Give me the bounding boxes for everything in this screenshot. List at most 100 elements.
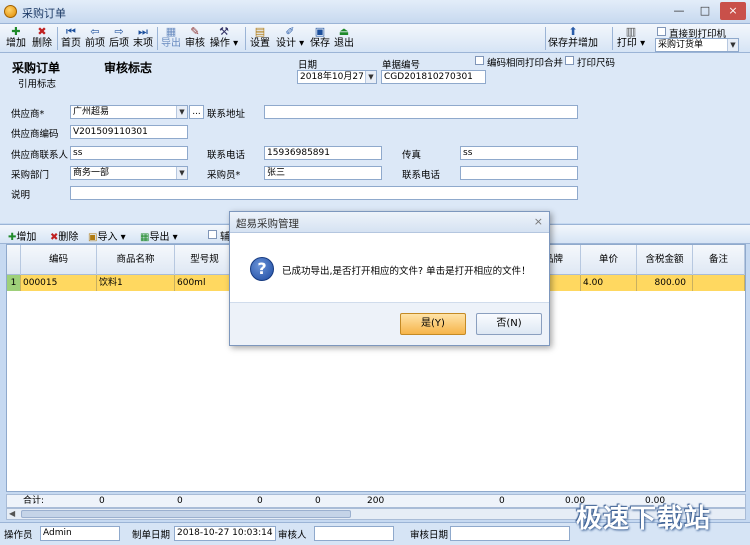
- page-title: 采购订单: [12, 61, 61, 75]
- supplier-code-field[interactable]: V201509110301: [70, 125, 188, 139]
- ref-flag: 引用标志: [18, 79, 57, 90]
- grid-add-button[interactable]: ✚增加: [8, 228, 36, 243]
- save-and-add-button[interactable]: ⬆ 保存并增加: [548, 25, 598, 52]
- cell-note[interactable]: [693, 275, 745, 291]
- window-title: 采购订单: [22, 7, 66, 20]
- date-field[interactable]: 2018年10月27日 ▼: [297, 70, 377, 84]
- total-5: 200: [367, 496, 385, 506]
- make-date-field: 2018-10-27 10:03:14 ji: [174, 526, 276, 541]
- cell-name[interactable]: 饮料1: [97, 275, 175, 291]
- add-icon: ✚: [11, 25, 21, 38]
- total-2: 0: [177, 496, 183, 506]
- cell-model[interactable]: 600ml: [175, 275, 235, 291]
- audit-flag: 审核标志: [104, 61, 153, 75]
- cell-code[interactable]: 000015: [21, 275, 97, 291]
- dialog-title: 超易采购管理: [236, 218, 299, 230]
- phone-label: 联系电话: [207, 150, 246, 161]
- col-code[interactable]: 编码: [21, 245, 97, 275]
- col-name[interactable]: 商品名称: [97, 245, 175, 275]
- chevron-down-icon: ▼: [365, 71, 376, 83]
- dialog-title-bar: 超易采购管理 ×: [230, 212, 549, 233]
- export-confirm-dialog: 超易采购管理 × ? 已成功导出,是否打开相应的文件? 单击是打开相应的文件！ …: [229, 211, 550, 346]
- app-icon: [4, 5, 17, 18]
- row-index: 1: [7, 275, 21, 291]
- supplier-label: 供应商*: [11, 109, 45, 120]
- export-icon: ▦: [165, 25, 177, 38]
- settings-icon: ▤: [254, 25, 266, 38]
- chevron-down-icon: ▼: [176, 106, 187, 118]
- cell-price[interactable]: 4.00: [581, 275, 637, 291]
- grid-export-button[interactable]: ▦导出 ▾: [140, 228, 178, 243]
- direct-print-checkbox[interactable]: [657, 27, 666, 36]
- note-field[interactable]: [70, 186, 578, 200]
- print-size-label: 打印尺码: [577, 58, 616, 69]
- close-button[interactable]: ×: [720, 2, 746, 20]
- contact-field[interactable]: ss: [70, 146, 188, 160]
- col-note[interactable]: 备注: [693, 245, 745, 275]
- scroll-thumb[interactable]: [21, 510, 351, 518]
- question-icon: ?: [250, 257, 274, 281]
- phone-field[interactable]: 15936985891: [264, 146, 382, 160]
- dialog-footer: 是(Y) 否(N): [230, 302, 549, 345]
- scroll-left-icon[interactable]: ◀: [9, 509, 15, 518]
- order-no-label: 单据编号: [382, 60, 421, 71]
- save-button[interactable]: ▣ 保存: [308, 25, 332, 52]
- contact-label: 供应商联系人: [11, 150, 69, 161]
- exit-button[interactable]: ⏏ 退出: [332, 25, 356, 52]
- date-label: 日期: [298, 60, 318, 71]
- print-button[interactable]: ▥ 打印 ▾: [615, 25, 647, 52]
- supplier-code-label: 供应商编码: [11, 129, 59, 140]
- add-button[interactable]: ✚ 增加: [4, 25, 28, 52]
- design-icon: ✐: [285, 25, 295, 38]
- supplier-lookup-button[interactable]: ...: [189, 105, 204, 119]
- merge-print-checkbox[interactable]: [475, 56, 484, 65]
- save-icon: ▣: [314, 25, 326, 38]
- col-model[interactable]: 型号规: [175, 245, 235, 275]
- order-no-field[interactable]: CGD201810270301: [381, 70, 486, 84]
- audit-date-field: [450, 526, 570, 541]
- col-price[interactable]: 单价: [581, 245, 637, 275]
- totals-label: 合计:: [23, 496, 45, 506]
- maximize-button[interactable]: □: [692, 2, 718, 20]
- dialog-close-icon[interactable]: ×: [534, 215, 543, 228]
- no-button[interactable]: 否(N): [476, 313, 542, 335]
- first-page-button[interactable]: ⏮ 首页: [59, 25, 83, 52]
- exit-icon: ⏏: [338, 25, 350, 38]
- print-template-select[interactable]: 采购订货单 ▼: [655, 38, 739, 52]
- audit-icon: ✎: [190, 25, 200, 38]
- address-field[interactable]: [264, 105, 578, 119]
- design-button[interactable]: ✐ 设计 ▾: [276, 25, 304, 52]
- next-icon: ⇨: [114, 25, 124, 38]
- minimize-button[interactable]: —: [666, 2, 692, 20]
- cell-amount[interactable]: 800.00: [637, 275, 693, 291]
- buyer-label: 采购员*: [207, 170, 241, 181]
- yes-button[interactable]: 是(Y): [400, 313, 466, 335]
- prev-button[interactable]: ⇦ 前项: [83, 25, 107, 52]
- print-size-checkbox[interactable]: [565, 56, 574, 65]
- total-6: 0: [499, 496, 505, 506]
- phone2-field[interactable]: [460, 166, 578, 180]
- last-page-icon: ⏭: [138, 25, 148, 38]
- audit-button[interactable]: ✎ 审核: [183, 25, 207, 52]
- operate-icon: ⚒: [219, 25, 229, 38]
- delete-button[interactable]: ✖ 删除: [30, 25, 54, 52]
- next-button[interactable]: ⇨ 后项: [107, 25, 131, 52]
- grid-delete-button[interactable]: ✖删除: [50, 228, 78, 243]
- fax-field[interactable]: ss: [460, 146, 578, 160]
- buyer-field[interactable]: 张三: [264, 166, 382, 180]
- fax-label: 传真: [402, 150, 422, 161]
- chevron-down-icon: ▼: [176, 167, 187, 179]
- total-3: 0: [257, 496, 263, 506]
- export-button[interactable]: ▦ 导出: [159, 25, 183, 52]
- aux-checkbox[interactable]: [208, 230, 217, 239]
- auditor-field: [314, 526, 394, 541]
- chevron-down-icon: ▼: [727, 39, 738, 51]
- dept-select[interactable]: 商务一部 ▼: [70, 166, 188, 180]
- settings-button[interactable]: ▤ 设置: [248, 25, 272, 52]
- save-add-icon: ⬆: [568, 25, 578, 38]
- operate-button[interactable]: ⚒ 操作 ▾: [209, 25, 239, 52]
- col-amount[interactable]: 含税金额: [637, 245, 693, 275]
- last-page-button[interactable]: ⏭ 末项: [131, 25, 155, 52]
- grid-import-button[interactable]: ▣导入 ▾: [88, 228, 126, 243]
- supplier-select[interactable]: 广州超易 ▼: [70, 105, 188, 119]
